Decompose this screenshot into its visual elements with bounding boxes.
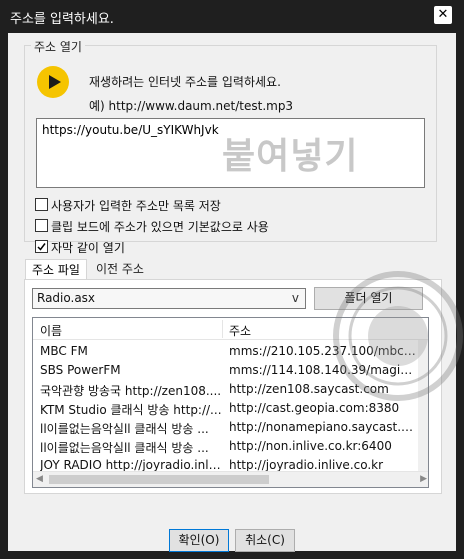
file-select-value: Radio.asx: [37, 291, 96, 305]
item-address: http://non.inlive.co.kr:6400: [229, 439, 392, 453]
check-icon: [37, 243, 46, 251]
horizontal-scrollbar[interactable]: ◀ ▶: [33, 471, 428, 487]
checkbox-label[interactable]: 클립 보드에 주소가 있으면 기본값으로 사용: [51, 218, 269, 235]
list-item[interactable]: ll이를없는음악실ll 클래식 방송 ... http://non.inlive…: [33, 437, 419, 456]
list-item[interactable]: SBS PowerFM mms://114.108.140.39/magicf.…: [33, 361, 419, 380]
cancel-button[interactable]: 취소(C): [235, 529, 295, 552]
group-legend: 주소 열기: [31, 38, 85, 55]
list-header: 이름 주소: [33, 318, 428, 340]
title-bar[interactable]: 주소를 입력하세요. ✕: [0, 0, 464, 33]
item-name: ll이를없는음악실ll 클래식 방송 ...: [40, 422, 209, 436]
item-address: http://cast.geopia.com:8380: [229, 401, 400, 415]
window-title: 주소를 입력하세요.: [10, 12, 114, 27]
checkbox[interactable]: [35, 240, 48, 253]
example-text: 예) http://www.daum.net/test.mp3: [89, 99, 294, 113]
paste-watermark: 붙여넣기: [222, 136, 359, 177]
item-name: KTM Studio 클래식 방송 http://...: [40, 403, 222, 417]
dialog-window: 주소를 입력하세요. ✕ 주소 열기 재생하려는 인터넷 주소를 입력하세요. …: [0, 0, 464, 559]
checkbox-label[interactable]: 사용자가 입력한 주소만 목록 저장: [51, 197, 221, 214]
checkbox-label[interactable]: 자막 같이 열기: [51, 239, 125, 256]
column-header-name[interactable]: 이름: [40, 322, 62, 339]
ok-button[interactable]: 확인(O): [169, 529, 229, 552]
dialog-client-area: 주소 열기 재생하려는 인터넷 주소를 입력하세요. 예) http://www…: [8, 33, 456, 552]
item-name: ll이를없는음악실ll 클래식 방송 ...: [40, 441, 209, 455]
play-icon: [37, 66, 69, 98]
item-address: http://joyradio.inlive.co.kr: [229, 458, 384, 472]
column-header-address[interactable]: 주소: [229, 322, 251, 339]
item-address: http://zen108.saycast.com: [229, 382, 389, 396]
open-address-group: 주소 열기 재생하려는 인터넷 주소를 입력하세요. 예) http://www…: [24, 38, 437, 255]
url-input[interactable]: https://youtu.be/U_sYIKWhJvk 붙여넣기: [36, 118, 425, 188]
url-value[interactable]: https://youtu.be/U_sYIKWhJvk: [42, 123, 219, 137]
address-file-panel: Radio.asx v 폴더 열기 이름 주소 MBC FM mms://210…: [24, 279, 442, 494]
item-name: JOY RADIO http://joyradio.inlive...: [40, 458, 223, 472]
button-bar: [8, 522, 456, 551]
hint-text: 재생하려는 인터넷 주소를 입력하세요.: [89, 75, 281, 89]
list-item[interactable]: ll이를없는음악실ll 클래식 방송 ... http://nonamepian…: [33, 418, 419, 437]
close-icon[interactable]: ✕: [434, 6, 452, 24]
scroll-left-icon[interactable]: ◀: [36, 474, 43, 484]
item-address: mms://210.105.237.100/mbcam: [229, 344, 417, 358]
open-folder-button[interactable]: 폴더 열기: [314, 287, 423, 310]
address-list[interactable]: 이름 주소 MBC FM mms://210.105.237.100/mbcam…: [32, 317, 429, 488]
vertical-scrollbar[interactable]: [418, 340, 428, 472]
tab-address-file[interactable]: 주소 파일: [25, 259, 87, 280]
column-divider[interactable]: [222, 320, 223, 338]
checkbox[interactable]: [35, 198, 48, 211]
scroll-right-icon[interactable]: ▶: [420, 474, 427, 484]
checkbox[interactable]: [35, 219, 48, 232]
item-name: 국악관향 방송국 http://zen108....: [40, 384, 222, 398]
item-name: SBS PowerFM: [40, 363, 121, 377]
list-item[interactable]: 국악관향 방송국 http://zen108.... http://zen108…: [33, 380, 419, 399]
file-select[interactable]: Radio.asx v: [32, 288, 306, 309]
list-item[interactable]: KTM Studio 클래식 방송 http://... http://cast…: [33, 399, 419, 418]
item-address: mms://114.108.140.39/magicf...: [229, 363, 417, 377]
list-item[interactable]: MBC FM mms://210.105.237.100/mbcam: [33, 342, 419, 361]
item-name: MBC FM: [40, 344, 88, 358]
scroll-thumb[interactable]: [49, 475, 269, 484]
item-address: http://nonamepiano.saycast.com: [229, 420, 417, 434]
chevron-down-icon[interactable]: v: [292, 291, 299, 305]
tab-previous-address[interactable]: 이전 주소: [90, 259, 150, 280]
